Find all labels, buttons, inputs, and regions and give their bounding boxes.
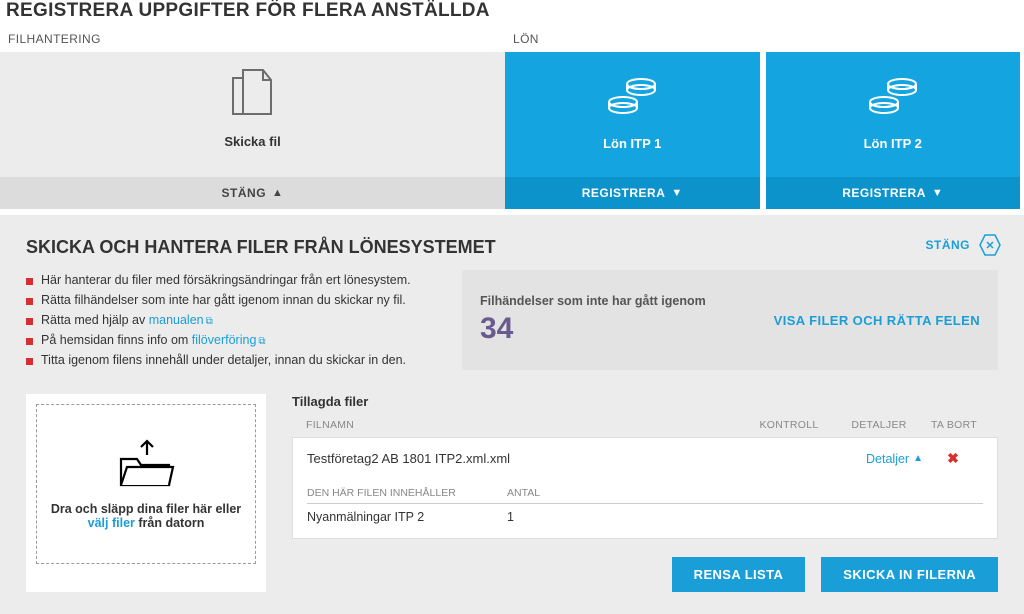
- card-action-label: REGISTRERA: [842, 186, 926, 200]
- column-label-lon: LÖN: [505, 30, 1020, 52]
- list-item: På hemsidan finns info om filöverföring⧉: [26, 330, 436, 350]
- chevron-up-icon: ▲: [272, 187, 283, 199]
- send-files-button[interactable]: SKICKA IN FILERNA: [821, 557, 998, 592]
- card-action-register[interactable]: REGISTRERA ▼: [505, 177, 760, 209]
- col-header-kontroll: KONTROLL: [744, 419, 834, 431]
- section-title: SKICKA OCH HANTERA FILER FRÅN LÖNESYSTEM…: [26, 237, 998, 258]
- folder-upload-icon: [117, 439, 175, 492]
- pending-events-box: Filhändelser som inte har gått igenom 34…: [462, 270, 998, 370]
- events-count: 34: [480, 312, 706, 346]
- card-title: Skicka fil: [0, 134, 505, 149]
- card-lon-itp2[interactable]: Lön ITP 2 REGISTRERA ▼: [766, 52, 1021, 209]
- sub-header-count: ANTAL: [507, 487, 587, 499]
- choose-files-link[interactable]: välj filer: [88, 516, 135, 530]
- chevron-down-icon: ▼: [932, 187, 943, 199]
- page-title: REGISTRERA UPPGIFTER FÖR FLERA ANSTÄLLDA: [0, 0, 1024, 30]
- coins-icon: [868, 74, 918, 121]
- list-item: Titta igenom filens innehåll under detal…: [26, 350, 436, 370]
- coins-icon: [607, 74, 657, 121]
- file-name: Testföretag2 AB 1801 ITP2.xml.xml: [307, 451, 743, 466]
- card-action-label: STÄNG: [222, 186, 267, 200]
- sub-content-count: 1: [507, 510, 587, 524]
- file-management-panel: STÄNG SKICKA OCH HANTERA FILER FRÅN LÖNE…: [0, 215, 1024, 614]
- events-label: Filhändelser som inte har gått igenom: [480, 294, 706, 308]
- added-files-title: Tillagda filer: [292, 394, 998, 409]
- list-item: Rätta med hjälp av manualen⧉: [26, 310, 436, 330]
- close-panel-text[interactable]: STÄNG: [926, 238, 971, 252]
- column-label-filhantering: FILHANTERING: [0, 30, 505, 52]
- clear-list-button[interactable]: RENSA LISTA: [672, 557, 806, 592]
- list-item: Rätta filhändelser som inte har gått ige…: [26, 290, 436, 310]
- filetransfer-link[interactable]: filöverföring: [192, 333, 257, 347]
- external-link-icon: ⧉: [206, 316, 213, 327]
- external-link-icon: ⧉: [258, 336, 265, 347]
- card-action-close[interactable]: STÄNG ▲: [0, 177, 505, 209]
- card-lon-itp1[interactable]: Lön ITP 1 REGISTRERA ▼: [505, 52, 760, 209]
- file-details-toggle[interactable]: Detaljer ▲: [833, 452, 923, 466]
- col-header-detaljer: DETALJER: [834, 419, 924, 431]
- sub-header-contents: DEN HÄR FILEN INNEHÅLLER: [307, 487, 507, 499]
- col-header-filename: FILNAMN: [306, 419, 744, 431]
- file-item: Testföretag2 AB 1801 ITP2.xml.xml Detalj…: [292, 437, 998, 539]
- view-errors-link[interactable]: VISA FILER OCH RÄTTA FELEN: [774, 313, 980, 328]
- card-skicka-fil[interactable]: Skicka fil STÄNG ▲: [0, 52, 505, 209]
- chevron-up-icon: ▲: [913, 453, 923, 464]
- card-action-register[interactable]: REGISTRERA ▼: [766, 177, 1021, 209]
- chevron-down-icon: ▼: [671, 187, 682, 199]
- card-action-label: REGISTRERA: [582, 186, 666, 200]
- close-icon[interactable]: [978, 233, 1002, 257]
- info-bullet-list: Här hanterar du filer med försäkringsänd…: [26, 270, 436, 370]
- card-title: Lön ITP 1: [603, 136, 661, 151]
- sub-content-name: Nyanmälningar ITP 2: [307, 510, 507, 524]
- dropzone-text: Dra och släpp dina filer här eller välj …: [51, 502, 241, 530]
- file-delete-button[interactable]: ✖: [923, 450, 983, 467]
- file-dropzone[interactable]: Dra och släpp dina filer här eller välj …: [26, 394, 266, 592]
- manual-link[interactable]: manualen: [149, 313, 204, 327]
- file-copy-icon: [231, 68, 275, 127]
- list-item: Här hanterar du filer med försäkringsänd…: [26, 270, 436, 290]
- card-title: Lön ITP 2: [864, 136, 922, 151]
- col-header-tabort: TA BORT: [924, 419, 984, 431]
